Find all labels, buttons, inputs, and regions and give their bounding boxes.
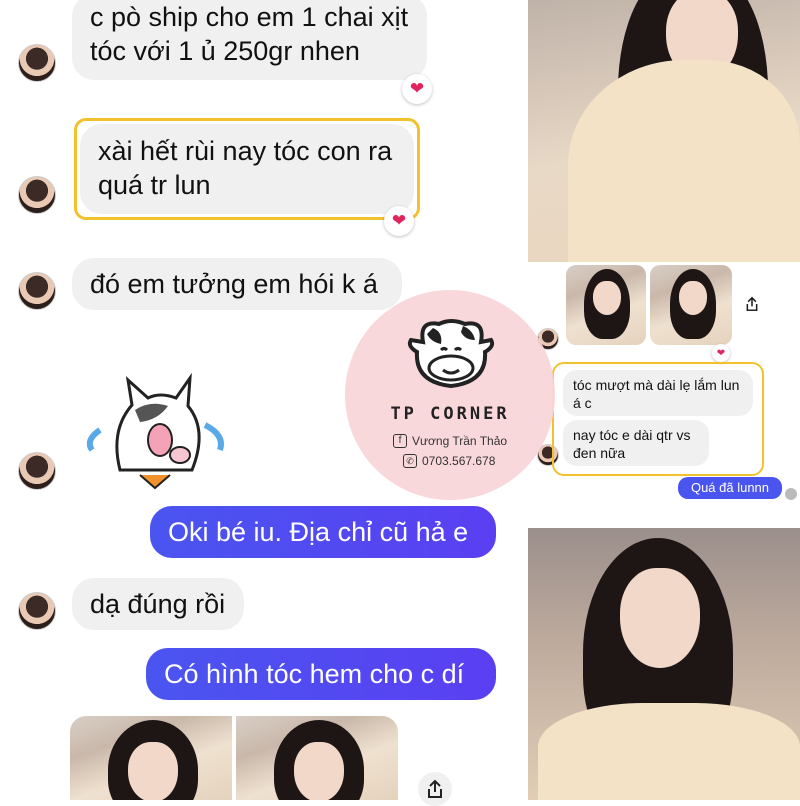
watermark-logo: TP CORNER f Vương Trần Thảo ✆ 0703.567.6… bbox=[345, 290, 555, 500]
photo-face bbox=[620, 568, 700, 668]
message-bubble-outgoing[interactable]: Có hình tóc hem cho c dí bbox=[146, 648, 496, 700]
sticker-drawing bbox=[86, 372, 224, 490]
message-bubble-outgoing[interactable]: Oki bé iu. Địa chỉ cũ hả e bbox=[150, 506, 496, 558]
message-bubble-incoming[interactable]: đó em tưởng em hói k á bbox=[72, 258, 402, 310]
heart-reaction-icon[interactable]: ❤ bbox=[712, 344, 730, 362]
phone-row: ✆ 0703.567.678 bbox=[403, 454, 495, 468]
avatar[interactable] bbox=[18, 452, 56, 490]
share-icon-glyph bbox=[428, 779, 442, 798]
facebook-name: Vương Trần Thảo bbox=[412, 434, 508, 448]
heart-reaction-icon[interactable]: ❤ bbox=[402, 74, 432, 104]
phone-number: 0703.567.678 bbox=[422, 454, 496, 468]
inset-message-text: tóc mượt mà dài lẹ lắm lun á c bbox=[573, 377, 740, 411]
avatar[interactable] bbox=[18, 44, 56, 82]
inset-reply-bubble[interactable]: Quá đã lunnn bbox=[678, 477, 782, 499]
message-text: Oki bé iu. Địa chỉ cũ hả e bbox=[168, 517, 469, 547]
message-text: đó em tưởng em hói k á bbox=[90, 269, 378, 299]
inset-photo[interactable] bbox=[650, 265, 732, 345]
inset-message-bubble[interactable]: nay tóc e dài qtr vs đen nữa bbox=[563, 420, 709, 466]
photo-dress bbox=[538, 703, 800, 800]
message-text: c pò ship cho em 1 chai xịt tóc với 1 ủ … bbox=[90, 2, 409, 66]
inset-photo[interactable] bbox=[566, 265, 646, 345]
inset-message-text: nay tóc e dài qtr vs đen nữa bbox=[573, 427, 691, 461]
facebook-icon: f bbox=[393, 434, 407, 448]
brand-name: TP CORNER bbox=[390, 404, 510, 424]
share-icon[interactable] bbox=[418, 772, 452, 806]
inset-reply-text: Quá đã lunnn bbox=[690, 480, 770, 495]
avatar[interactable] bbox=[18, 272, 56, 310]
photo-face bbox=[593, 281, 621, 315]
facebook-row: f Vương Trần Thảo bbox=[393, 434, 507, 448]
message-text: dạ đúng rồi bbox=[90, 589, 226, 619]
share-icon-glyph bbox=[746, 296, 758, 311]
seen-check-icon bbox=[785, 488, 797, 500]
message-text: xài hết rùi nay tóc con ra quá tr lun bbox=[98, 136, 393, 200]
cow-logo-icon bbox=[407, 319, 495, 389]
message-bubble-incoming[interactable]: dạ đúng rồi bbox=[72, 578, 244, 630]
photo-top-right[interactable] bbox=[528, 0, 800, 262]
crying-cat-sticker[interactable] bbox=[80, 370, 230, 490]
avatar[interactable] bbox=[18, 176, 56, 214]
phone-icon: ✆ bbox=[403, 454, 417, 468]
photo-face bbox=[294, 742, 344, 800]
message-bubble-incoming[interactable]: c pò ship cho em 1 chai xịt tóc với 1 ủ … bbox=[72, 0, 427, 80]
photo-attachment[interactable] bbox=[70, 716, 232, 800]
photo-face bbox=[679, 281, 707, 315]
heart-reaction-icon[interactable]: ❤ bbox=[384, 206, 414, 236]
share-icon[interactable] bbox=[738, 290, 766, 318]
message-text: Có hình tóc hem cho c dí bbox=[164, 659, 465, 689]
inset-message-bubble[interactable]: tóc mượt mà dài lẹ lắm lun á c bbox=[563, 370, 753, 416]
photo-dress bbox=[568, 60, 800, 262]
message-bubble-incoming[interactable]: xài hết rùi nay tóc con ra quá tr lun bbox=[80, 124, 414, 214]
photo-bottom-right[interactable] bbox=[528, 528, 800, 800]
photo-attachment[interactable] bbox=[236, 716, 398, 800]
photo-face bbox=[128, 742, 178, 800]
avatar[interactable] bbox=[18, 592, 56, 630]
